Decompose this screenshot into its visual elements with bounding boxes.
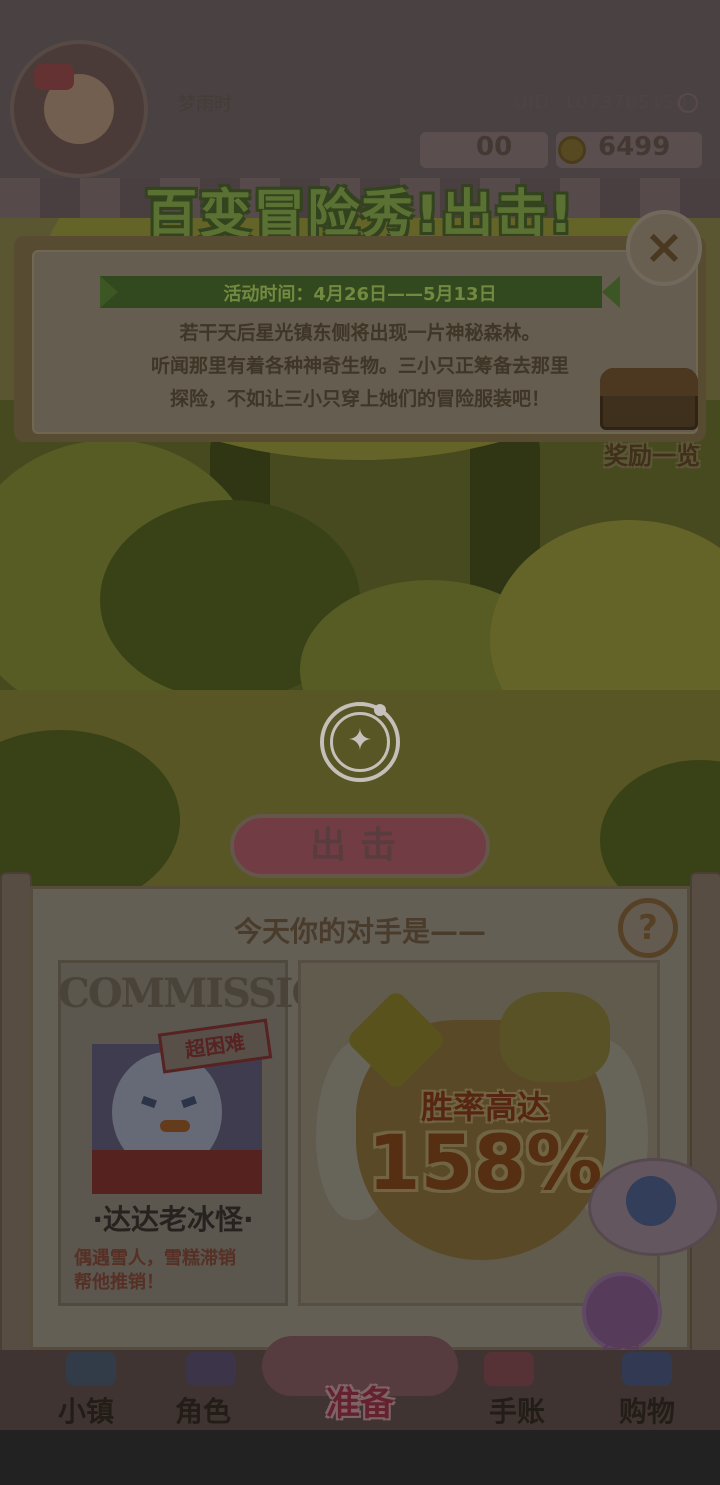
event-description-line: 听闻那里有着各种神奇生物。三小只正筹备去那里 (150, 355, 569, 377)
copy-icon[interactable] (678, 93, 698, 113)
close-button[interactable]: × (626, 210, 702, 286)
snowman-cape (92, 1150, 262, 1194)
ribbon-left (100, 276, 118, 308)
snowman-nose (160, 1120, 190, 1132)
chest-lid (600, 368, 698, 396)
flower-decoration (500, 992, 610, 1082)
nav-item-character[interactable]: 角色 (148, 1390, 258, 1430)
opponent-name: ·达达老冰怪· (92, 1203, 254, 1236)
journal-icon (484, 1352, 534, 1386)
event-description-line: 若干天后星光镇东侧将出现一片神秘森林。 (179, 322, 541, 344)
currency-value-2: 6499 (598, 132, 671, 162)
board-scroll-left (0, 872, 32, 1368)
flower-icon (626, 1176, 676, 1226)
close-icon: × (643, 219, 685, 275)
bottom-safe-area (0, 1430, 720, 1485)
question-icon: ? (638, 908, 658, 948)
board-scroll-right (690, 872, 720, 1368)
event-time: 活动时间：4月26日——5月13日 (223, 284, 497, 305)
reward-list-button[interactable]: 奖励一览 (592, 436, 712, 471)
star-icon: ✦ (347, 723, 373, 758)
nav-item-prepare[interactable]: 准备 (305, 1376, 415, 1425)
sparkle-dot (374, 704, 386, 716)
shop-icon (622, 1352, 672, 1386)
help-button[interactable]: ? (618, 898, 678, 958)
go-button[interactable]: 出击 (230, 814, 490, 878)
winrate-value: 158% (367, 1118, 603, 1207)
nav-item-journal[interactable]: 手账 (462, 1390, 572, 1430)
username: 梦雨时 (178, 94, 232, 115)
poster-title: COMMISSION (58, 970, 361, 1017)
currency-box-1: 00 (420, 132, 548, 168)
opponent-heading: 今天你的对手是—— (233, 915, 486, 948)
avatar[interactable] (10, 40, 148, 178)
opponent-description-line: 帮他推销！ (74, 1272, 164, 1293)
uid-label: UID: 1073765150 (514, 92, 688, 113)
avatar-bow (34, 64, 74, 90)
currency-value-1: 00 (476, 132, 513, 162)
town-icon (66, 1352, 116, 1386)
nav-item-shop[interactable]: 购物 (592, 1390, 702, 1430)
ribbon-right (602, 276, 620, 308)
currency-box-2: 6499 (556, 132, 702, 168)
character-icon (186, 1352, 236, 1386)
coin-icon (558, 136, 586, 164)
opponent-description-line: 偶遇雪人，雪糕滞销 (74, 1248, 236, 1269)
event-description-line: 探险，不如让三小只穿上她们的冒险服装吧！ (169, 388, 550, 410)
nav-item-town[interactable]: 小镇 (31, 1390, 141, 1430)
